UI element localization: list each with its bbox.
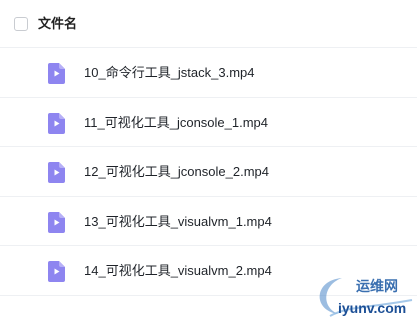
video-file-icon [48,261,65,282]
file-name[interactable]: 10_命令行工具_jstack_3.mp4 [84,65,255,81]
file-name[interactable]: 12_可视化工具_jconsole_2.mp4 [84,164,269,180]
file-list: 10_命令行工具_jstack_3.mp4 11_可视化工具_jconsole_… [0,48,417,296]
file-list-header: 文件名 [0,0,417,48]
watermark-text-en: iyunv.com [338,300,407,316]
site-watermark: 运维网 iyunv.com [308,270,417,322]
column-header-filename[interactable]: 文件名 [38,16,77,32]
video-file-icon [48,112,65,134]
list-item[interactable]: 10_命令行工具_jstack_3.mp4 [0,48,417,98]
watermark-text-cn: 运维网 [356,279,398,295]
list-item[interactable]: 11_可视化工具_jconsole_1.mp4 [0,98,417,147]
video-file-icon [48,63,65,84]
file-name[interactable]: 14_可视化工具_visualvm_2.mp4 [84,263,272,279]
video-file-icon [48,162,65,183]
file-name[interactable]: 13_可视化工具_visualvm_1.mp4 [84,214,272,230]
select-all-checkbox[interactable] [14,17,28,31]
video-file-icon [48,211,65,233]
list-item[interactable]: 12_可视化工具_jconsole_2.mp4 [0,147,417,197]
file-name[interactable]: 11_可视化工具_jconsole_1.mp4 [84,115,268,131]
list-item[interactable]: 13_可视化工具_visualvm_1.mp4 [0,197,417,246]
